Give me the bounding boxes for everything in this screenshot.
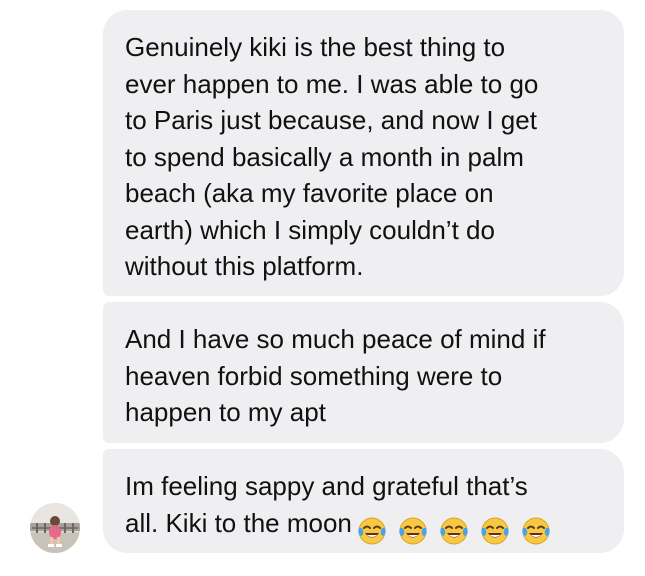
- message-bubble[interactable]: Im feeling sappy and grateful that’s all…: [103, 449, 624, 553]
- profile-photo-icon: [30, 503, 80, 553]
- face-with-tears-of-joy-icon: [440, 517, 468, 545]
- avatar[interactable]: [30, 503, 80, 553]
- message-thread: Genuinely kiki is the best thing to ever…: [0, 0, 645, 576]
- message-bubble[interactable]: And I have so much peace of mind if heav…: [103, 302, 624, 443]
- face-with-tears-of-joy-icon: [358, 517, 386, 545]
- face-with-tears-of-joy-icon: [481, 517, 509, 545]
- message-bubble[interactable]: Genuinely kiki is the best thing to ever…: [103, 10, 624, 296]
- face-with-tears-of-joy-icon: [399, 517, 427, 545]
- face-with-tears-of-joy-icon: [522, 517, 550, 545]
- emoji-row: [356, 511, 561, 548]
